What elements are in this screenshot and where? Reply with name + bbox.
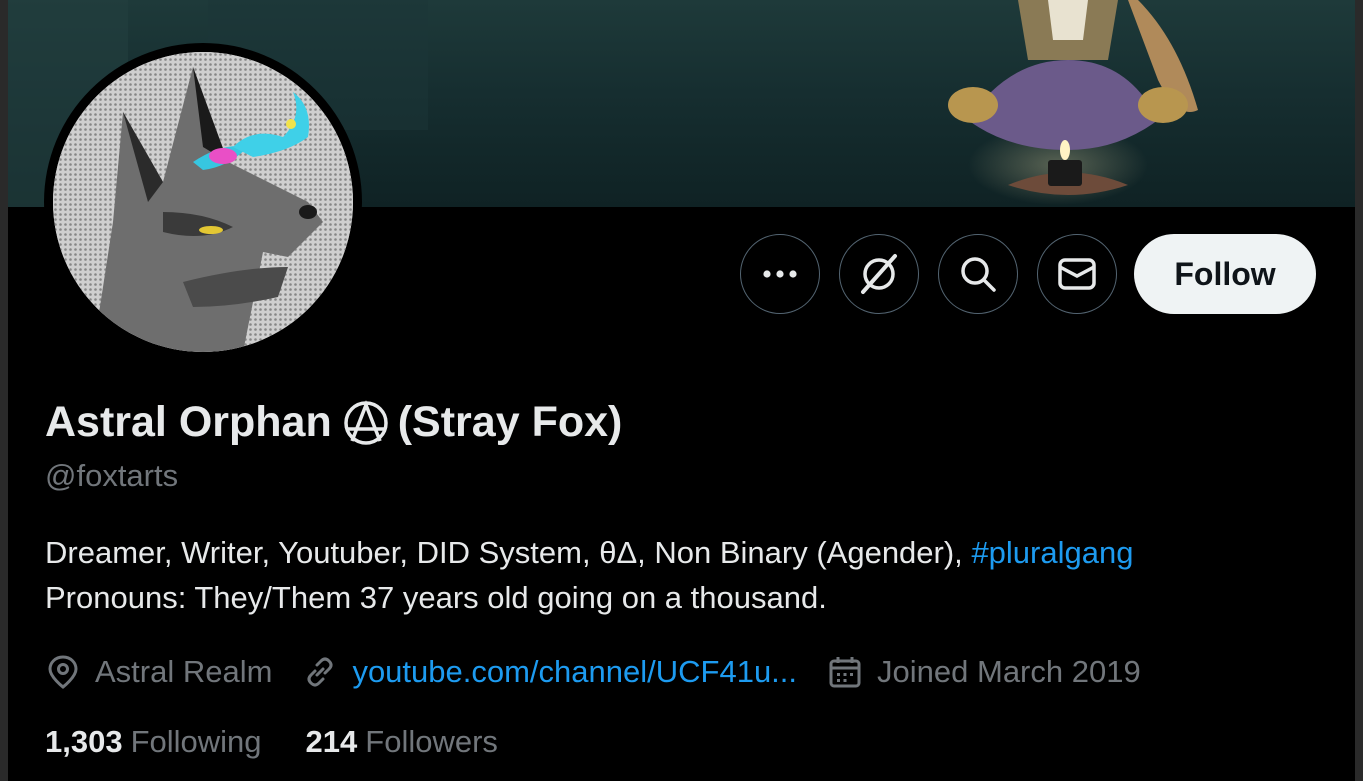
profile-page: Follow Astral Orphan (Stray Fox) @foxtar… [0, 0, 1363, 781]
grok-icon [861, 254, 897, 294]
followers-label: Followers [365, 724, 498, 759]
location-text: Astral Realm [95, 654, 273, 689]
profile-bio: Dreamer, Writer, Youtuber, DID System, θ… [45, 530, 1305, 620]
profile-meta: Astral Realm youtube.com/channel/UCF41u.… [45, 650, 1171, 694]
joined-text: Joined March 2019 [877, 654, 1141, 689]
left-gutter [0, 0, 8, 781]
location-pin-icon [48, 655, 78, 689]
following-count: 1,303 [45, 724, 123, 759]
anarchy-symbol-icon [342, 399, 390, 447]
profile-stats: 1,303 Following 214 Followers [45, 724, 542, 760]
location-item: Astral Realm [45, 654, 272, 690]
website-item: youtube.com/channel/UCF41u... [302, 654, 797, 690]
joined-item: Joined March 2019 [827, 654, 1141, 690]
calendar-icon [829, 657, 861, 688]
grok-button[interactable] [839, 234, 919, 314]
followers-link[interactable]: 214 Followers [306, 724, 498, 760]
search-icon [961, 257, 996, 292]
following-link[interactable]: 1,303 Following [45, 724, 262, 760]
right-gutter [1355, 0, 1363, 781]
profile-actions: Follow [740, 234, 1316, 314]
hashtag-link[interactable]: #pluralgang [971, 535, 1133, 570]
more-button[interactable] [740, 234, 820, 314]
link-icon [307, 657, 333, 687]
avatar-image [53, 52, 353, 352]
profile-name: Astral Orphan (Stray Fox) [45, 398, 622, 447]
bio-text: Dreamer, Writer, Youtuber, DID System, θ… [45, 535, 963, 570]
bio-line-2: Pronouns: They/Them 37 years old going o… [45, 580, 827, 615]
website-link[interactable]: youtube.com/channel/UCF41u... [352, 654, 797, 690]
avatar[interactable] [53, 52, 353, 352]
follow-button[interactable]: Follow [1134, 234, 1316, 314]
display-name-suffix: (Stray Fox) [397, 398, 623, 446]
search-profile-button[interactable] [938, 234, 1018, 314]
envelope-icon [1058, 258, 1096, 290]
message-button[interactable] [1037, 234, 1117, 314]
profile-handle: @foxtarts [45, 458, 179, 493]
display-name: Astral Orphan [45, 398, 332, 446]
followers-count: 214 [305, 724, 358, 759]
following-label: Following [130, 724, 262, 759]
more-horizontal-icon [763, 270, 797, 278]
